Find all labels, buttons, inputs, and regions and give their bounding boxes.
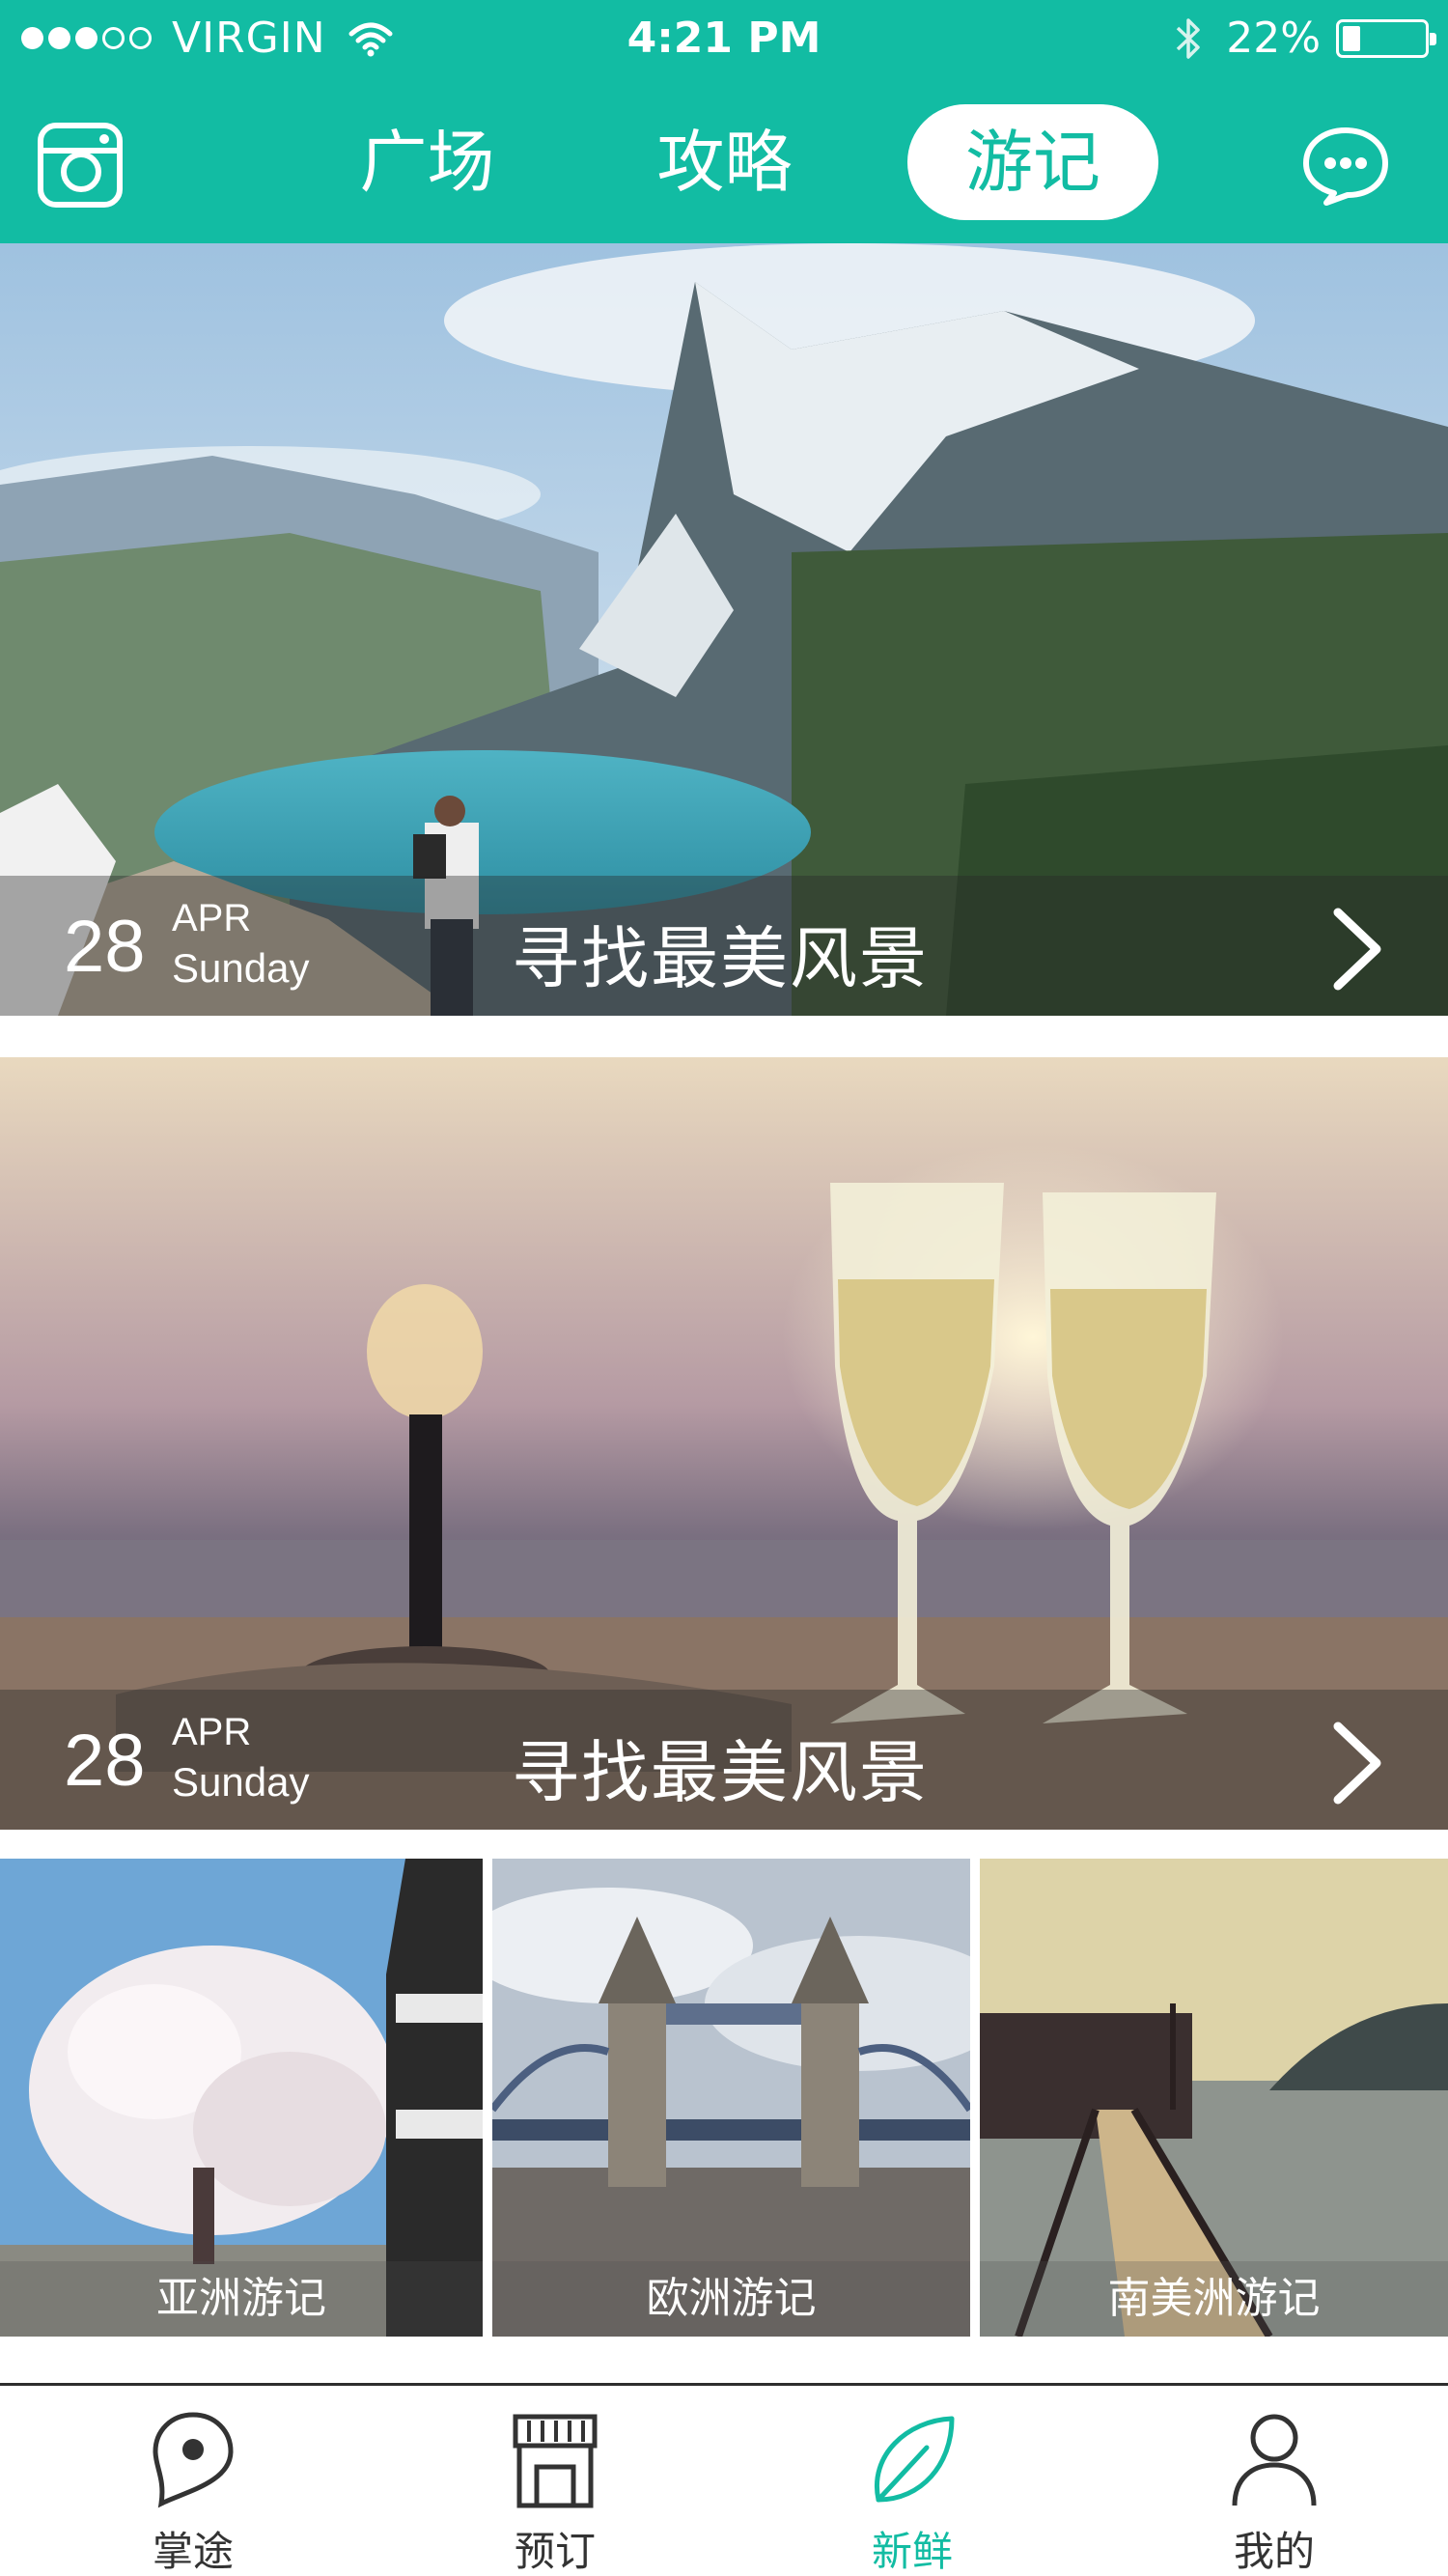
date-day: 28 (64, 906, 146, 988)
storefront-icon (513, 2414, 598, 2508)
date-month: APR (172, 897, 252, 939)
region-label: 亚洲游记 (0, 2261, 483, 2337)
date-weekday: Sunday (172, 1759, 310, 1805)
tabbar-item-profile[interactable]: 我的 (1178, 2407, 1371, 2575)
date-day: 28 (64, 1720, 146, 1802)
battery-icon (1336, 18, 1436, 58)
feature-card[interactable]: 28 APR Sunday 寻找最美风景 (0, 243, 1448, 1016)
status-bar: VIRGIN 4:21 PM 22% (0, 0, 1448, 79)
chat-bubble-icon[interactable] (1301, 126, 1390, 207)
battery-percent: 22% (1226, 14, 1321, 63)
region-tile-asia[interactable]: 亚洲游记 (0, 1859, 483, 2337)
feature-card[interactable]: 28 APR Sunday 寻找最美风景 (0, 1057, 1448, 1830)
bluetooth-icon (1176, 17, 1200, 59)
chevron-right-icon[interactable] (1328, 907, 1386, 992)
region-label: 南美洲游记 (980, 2261, 1448, 2337)
feature-caption: 28 APR Sunday 寻找最美风景 (0, 876, 1448, 1016)
feature-title: 寻找最美风景 (512, 1733, 929, 1812)
bottom-tab-bar: 掌途 预订 新鲜 我的 (0, 2383, 1448, 2576)
leaf-icon (875, 2416, 955, 2503)
tab-plaza[interactable]: 广场 (348, 104, 507, 220)
feature-title: 寻找最美风景 (512, 919, 929, 998)
status-right: 22% (1172, 14, 1436, 63)
tab-travelogues[interactable]: 游记 (907, 104, 1158, 220)
tabbar-label: 掌途 (152, 2528, 234, 2575)
feature-caption: 28 APR Sunday 寻找最美风景 (0, 1690, 1448, 1830)
battery-nub (1430, 32, 1436, 45)
tabbar-label: 我的 (1233, 2528, 1315, 2575)
date-weekday: Sunday (172, 945, 310, 991)
region-tile-south-america[interactable]: 南美洲游记 (980, 1859, 1448, 2337)
region-label: 欧洲游记 (492, 2261, 970, 2337)
tab-guides[interactable]: 攻略 (645, 104, 804, 220)
tabbar-item-guide[interactable]: 掌途 (97, 2407, 290, 2575)
location-pin-icon (153, 2412, 234, 2508)
region-tile-europe[interactable]: 欧洲游记 (492, 1859, 970, 2337)
date-month: APR (172, 1711, 252, 1753)
top-navigation: 广场 攻略 游记 (0, 97, 1448, 232)
app-header: VIRGIN 4:21 PM 22% 广场 攻略 游记 (0, 0, 1448, 243)
tabbar-label: 预订 (514, 2528, 596, 2575)
person-icon (1232, 2414, 1317, 2506)
tabbar-item-booking[interactable]: 预订 (459, 2407, 652, 2575)
chevron-right-icon[interactable] (1328, 1721, 1386, 1806)
camera-icon[interactable] (37, 122, 124, 209)
battery-fill (1343, 25, 1360, 51)
tabbar-item-fresh[interactable]: 新鲜 (816, 2407, 1009, 2575)
tabbar-label: 新鲜 (871, 2528, 953, 2575)
